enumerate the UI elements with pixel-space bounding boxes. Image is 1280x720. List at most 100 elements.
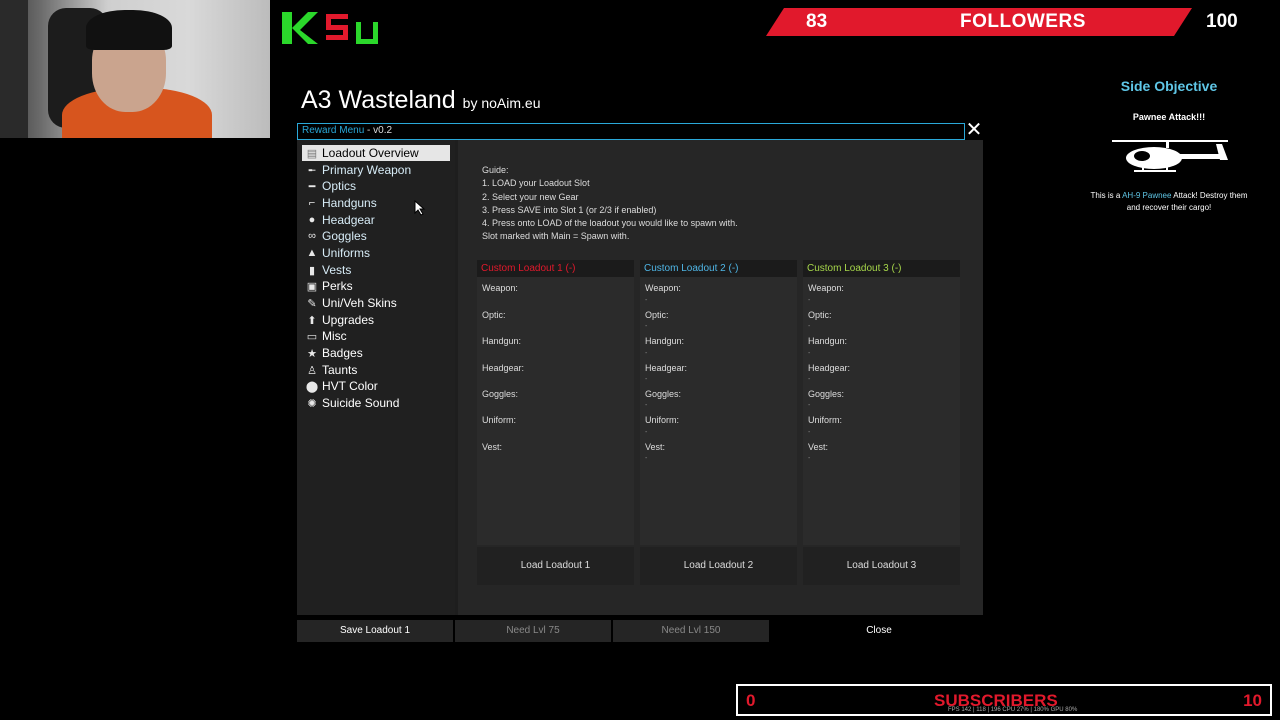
uniform-icon: ▲ [306, 247, 318, 259]
side-objective-description: This is a AH-9 Pawnee Attack! Destroy th… [1090, 190, 1248, 214]
loadout-2-optic-label: Optic: [645, 310, 669, 320]
list-icon: ▤ [306, 147, 318, 160]
helicopter-icon [1112, 140, 1228, 172]
sidebar-item-uni-veh-skins[interactable]: ✎ Uni/Veh Skins [302, 295, 450, 311]
save-loadout-button[interactable]: Save Loadout 1 [297, 620, 453, 642]
side-objective-title: Side Objective [1120, 78, 1218, 94]
sidebar-item-label: Taunts [322, 363, 358, 377]
sidebar-item-goggles[interactable]: ∞ Goggles [302, 228, 450, 244]
loadout-1-weapon-label: Weapon: [482, 283, 518, 293]
webcam-feed [0, 0, 270, 138]
sidebar-item-handguns[interactable]: ⌐ Handguns [302, 195, 450, 211]
loadout-3-vest-value: - [808, 455, 811, 462]
loadout-3-uniform-value: - [808, 429, 811, 436]
sidebar-item-misc[interactable]: ▭ Misc [302, 328, 450, 344]
side-objective-desc-prefix: This is a [1090, 191, 1123, 200]
reward-menu-titlebar: Reward Menu - v0.2 [297, 123, 965, 140]
loadout-3-uniform-label: Uniform: [808, 415, 843, 425]
guide-line: 1. LOAD your Loadout Slot [482, 178, 590, 189]
sidebar-item-label: Headgear [322, 213, 375, 227]
loadout-2-headgear-label: Headgear: [645, 363, 688, 373]
loadout-1-optic-label: Optic: [482, 310, 506, 320]
sidebar-item-label: Optics [322, 179, 357, 193]
guide-line: 3. Press SAVE into Slot 1 (or 2/3 if ena… [482, 204, 657, 215]
sidebar-item-label: Uniforms [322, 246, 371, 260]
loadout-3-optic-value: - [808, 323, 811, 330]
sidebar-item-label: Misc [322, 329, 347, 343]
helmet-icon: ● [308, 214, 316, 226]
close-button[interactable]: Close [816, 620, 942, 642]
loadout-3-weapon-label: Weapon: [808, 283, 844, 293]
loadout-1-goggles-label: Goggles: [482, 389, 519, 399]
window-title: Reward Menu - v0.2 [302, 125, 392, 136]
sidebar-item-suicide-sound[interactable]: ✺ Suicide Sound [302, 395, 450, 411]
loadout-2-uniform-label: Uniform: [645, 415, 680, 425]
loadout-2-handgun-value: - [645, 350, 648, 357]
loadout-2-goggles-value: - [645, 402, 648, 409]
loadout-2-vest-value: - [645, 455, 648, 462]
followers-goal-bar: 83 FOLLOWERS 100 [766, 8, 1280, 36]
sidebar-item-headgear[interactable]: ● Headgear [302, 212, 450, 228]
side-objective-vehicle: AH-9 Pawnee [1122, 191, 1172, 200]
game-title: A3 Wasteland by noAim.eu [301, 86, 541, 115]
loadout-2-vest-label: Vest: [645, 442, 666, 452]
loadout-2-handgun-label: Handgun: [645, 336, 685, 346]
paint-icon: ✎ [307, 297, 317, 310]
vest-icon: ▮ [308, 264, 316, 277]
loadout-3-weapon-value: - [808, 297, 811, 304]
sidebar-item-perks[interactable]: ▣ Perks [302, 278, 450, 294]
sidebar-item-label: Upgrades [322, 313, 375, 327]
sidebar-item-label: Primary Weapon [322, 163, 412, 177]
sidebar-item-badges[interactable]: ★ Badges [302, 345, 450, 361]
sidebar-item-primary-weapon[interactable]: ╾ Primary Weapon [302, 162, 450, 178]
performance-stats: FPS 142 | 118 | 196 CPU 27% | 180% GPU 8… [948, 707, 1078, 713]
guide-line: Guide: [482, 165, 509, 175]
pistol-icon: ⌐ [308, 197, 316, 209]
sidebar-item-label: HVT Color [322, 379, 378, 393]
sidebar-item-optics[interactable]: ━ Optics [302, 178, 450, 194]
sidebar-item-loadout-overview[interactable]: ▤ Loadout Overview [302, 145, 450, 161]
loadout-3-goggles-label: Goggles: [808, 389, 845, 399]
loadout-3-headgear-value: - [808, 376, 811, 383]
sidebar-item-taunts[interactable]: ♙ Taunts [302, 362, 450, 378]
loadout-1-handgun-label: Handgun: [482, 336, 522, 346]
explosion-icon: ✺ [307, 397, 317, 410]
loadout-1-vest-label: Vest: [482, 442, 503, 452]
guide-line: 2. Select your new Gear [482, 191, 579, 202]
loadout-3-title: Custom Loadout 3 (-) [803, 260, 960, 277]
load-loadout-1-button[interactable]: Load Loadout 1 [477, 547, 634, 585]
loadout-2-goggles-label: Goggles: [645, 389, 682, 399]
sidebar-item-label: Badges [322, 346, 363, 360]
loadout-3-goggles-value: - [808, 402, 811, 409]
followers-label: FOLLOWERS [960, 11, 1086, 32]
load-loadout-3-button[interactable]: Load Loadout 3 [803, 547, 960, 585]
guide-line: Slot marked with Main = Spawn with. [482, 231, 630, 242]
guide-text: Guide: 1. LOAD your Loadout Slot 2. Sele… [482, 164, 738, 244]
game-title-by: by noAim.eu [462, 95, 541, 111]
slot-3-locked-button[interactable]: Need Lvl 150 [613, 620, 769, 642]
crate-icon: ▣ [306, 280, 318, 293]
side-objective-subtitle: Pawnee Attack!!! [1132, 112, 1206, 122]
sidebar-item-upgrades[interactable]: ⬆ Upgrades [302, 312, 450, 328]
loadout-1-headgear-label: Headgear: [482, 363, 525, 373]
sidebar-item-uniforms[interactable]: ▲ Uniforms [302, 245, 450, 261]
sidebar-item-label: Goggles [322, 229, 367, 243]
slot-2-locked-button[interactable]: Need Lvl 75 [455, 620, 611, 642]
person-icon: ♙ [307, 364, 317, 377]
arrow-up-icon: ⬆ [307, 314, 317, 327]
sidebar-item-vests[interactable]: ▮ Vests [302, 262, 450, 278]
scope-icon: ━ [308, 180, 316, 193]
loadout-3-optic-label: Optic: [808, 310, 832, 320]
rifle-icon: ╾ [308, 164, 316, 177]
close-icon[interactable]: ✕ [964, 120, 984, 140]
load-loadout-2-button[interactable]: Load Loadout 2 [640, 547, 797, 585]
box-icon: ▭ [306, 330, 318, 343]
subscribers-current: 0 [746, 691, 756, 710]
sidebar-item-label: Vests [322, 263, 352, 277]
sidebar-item-label: Handguns [322, 196, 377, 210]
loadout-3-headgear-label: Headgear: [808, 363, 851, 373]
loadout-2-uniform-value: - [645, 429, 648, 436]
guide-line: 4. Press onto LOAD of the loadout you wo… [482, 218, 738, 229]
followers-current: 83 [806, 11, 828, 32]
sidebar-item-hvt-color[interactable]: ⬤ HVT Color [302, 378, 450, 394]
